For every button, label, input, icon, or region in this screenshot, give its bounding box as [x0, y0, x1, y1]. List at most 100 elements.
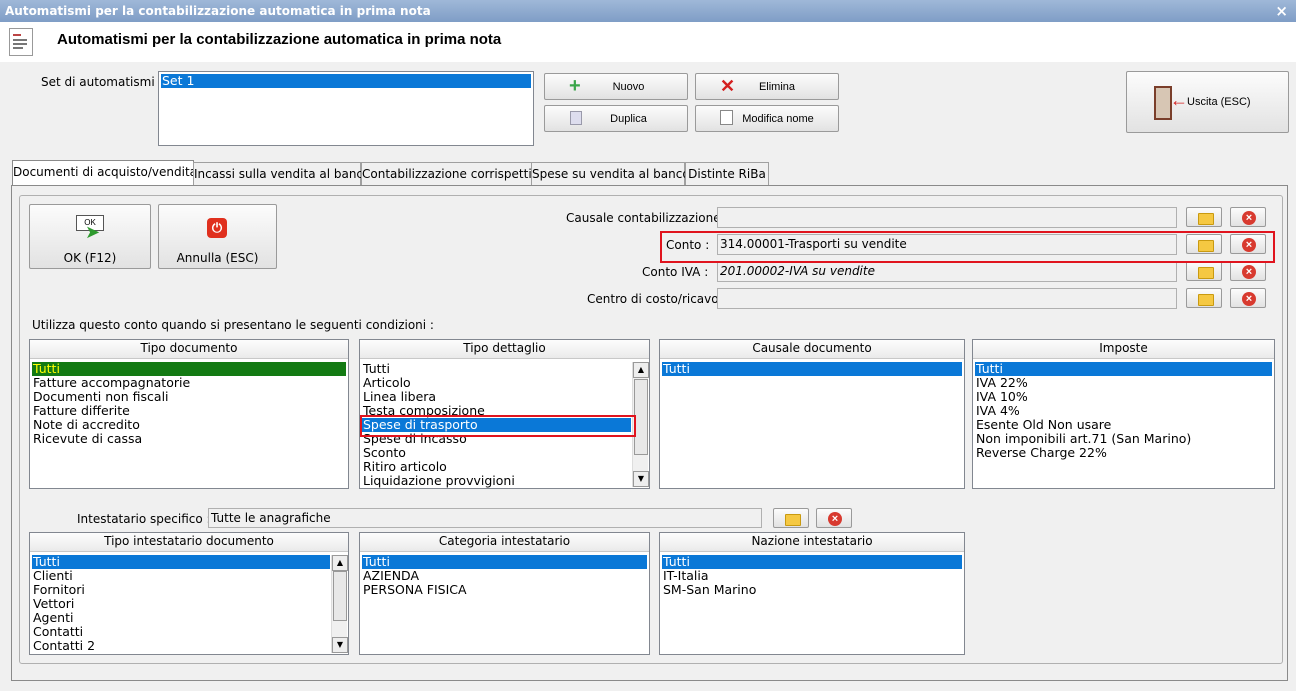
tab-riba[interactable]: Distinte RiBa: [685, 162, 769, 186]
list-item[interactable]: Tutti: [362, 362, 631, 376]
list-item[interactable]: Agenti: [32, 611, 330, 625]
list-item[interactable]: AZIENDA: [362, 569, 647, 583]
document-icon: [9, 28, 33, 56]
list-item[interactable]: Fatture accompagnatorie: [32, 376, 346, 390]
modifica-nome-button[interactable]: Modifica nome: [695, 105, 839, 132]
ok-button[interactable]: OK ➤ OK (F12): [29, 204, 151, 269]
list-item[interactable]: Ritiro articolo: [362, 460, 631, 474]
dettaglio-highlight: [360, 415, 636, 437]
list-item[interactable]: Ricevute di cassa: [32, 432, 346, 446]
list-item[interactable]: IVA 22%: [975, 376, 1272, 390]
duplica-label: Duplica: [610, 113, 647, 125]
nazione-intestatario-header: Nazione intestatario: [660, 533, 964, 552]
centro-browse-button[interactable]: [1186, 288, 1222, 308]
centro-label: Centro di costo/ricavo: [587, 292, 719, 306]
conto-iva-browse-button[interactable]: [1186, 261, 1222, 281]
list-item[interactable]: PERSONA FISICA: [362, 583, 647, 597]
list-item[interactable]: Linea libera: [362, 390, 631, 404]
tipo-documento-list[interactable]: Tipo documento Tutti Fatture accompagnat…: [29, 339, 349, 489]
causale-label: Causale contabilizzazione :: [566, 211, 729, 225]
list-item[interactable]: Tutti: [662, 555, 962, 569]
causale-documento-header: Causale documento: [660, 340, 964, 359]
list-item[interactable]: IVA 4%: [975, 404, 1272, 418]
scroll-down-icon[interactable]: ▼: [332, 637, 348, 653]
nuovo-label: Nuovo: [612, 81, 645, 93]
tipo-intestatario-list[interactable]: Tipo intestatario documento Tutti Client…: [29, 532, 349, 655]
causale-browse-button[interactable]: [1186, 207, 1222, 227]
list-item[interactable]: Fatture differite: [32, 404, 346, 418]
list-item[interactable]: Reverse Charge 22%: [975, 446, 1272, 460]
uscita-button[interactable]: ← Uscita (ESC): [1126, 71, 1289, 133]
intestatario-field[interactable]: Tutte le anagrafiche: [208, 508, 762, 528]
causale-documento-list[interactable]: Causale documento Tutti: [659, 339, 965, 489]
tab-incassi[interactable]: Incassi sulla vendita al banco: [193, 162, 370, 186]
elimina-button[interactable]: ✕ Elimina: [695, 73, 839, 100]
scroll-up-icon[interactable]: ▲: [332, 555, 348, 571]
list-item[interactable]: IVA 10%: [975, 390, 1272, 404]
page-title: Automatismi per la contabilizzazione aut…: [57, 31, 502, 48]
annulla-button[interactable]: ⏻ Annulla (ESC): [158, 204, 277, 269]
list-item[interactable]: Sconto: [362, 446, 631, 460]
centro-clear-button[interactable]: ×: [1230, 288, 1266, 308]
folder-icon: [1198, 267, 1214, 279]
list-item[interactable]: Vettori: [32, 597, 330, 611]
list-item[interactable]: Note di accredito: [32, 418, 346, 432]
conto-iva-clear-button[interactable]: ×: [1230, 261, 1266, 281]
list-item[interactable]: IT-Italia: [662, 569, 962, 583]
scroll-thumb[interactable]: [333, 571, 347, 621]
conto-iva-label: Conto IVA :: [642, 265, 709, 279]
list-item[interactable]: Tutti: [32, 555, 330, 569]
clear-icon: ×: [1242, 211, 1256, 225]
scrollbar[interactable]: ▲ ▼: [331, 555, 348, 653]
intestatario-browse-button[interactable]: [773, 508, 809, 528]
centro-field[interactable]: [717, 288, 1177, 309]
tab-spese[interactable]: Spese su vendita al banco: [531, 162, 690, 186]
duplica-button[interactable]: Duplica: [544, 105, 688, 132]
intestatario-clear-button[interactable]: ×: [816, 508, 852, 528]
categoria-intestatario-header: Categoria intestatario: [360, 533, 649, 552]
list-item[interactable]: Tutti: [362, 555, 647, 569]
tipo-documento-header: Tipo documento: [30, 340, 348, 359]
list-item[interactable]: Contatti 2: [32, 639, 330, 653]
list-item[interactable]: Tutti: [662, 362, 962, 376]
causale-field[interactable]: [717, 207, 1177, 228]
list-item[interactable]: Contatti: [32, 625, 330, 639]
tipo-dettaglio-list[interactable]: Tipo dettaglio Tutti Articolo Linea libe…: [359, 339, 650, 489]
exit-arrow-icon: ←: [1170, 90, 1188, 110]
list-item[interactable]: Non imponibili art.71 (San Marino): [975, 432, 1272, 446]
header: Automatismi per la contabilizzazione aut…: [0, 22, 1296, 62]
list-item[interactable]: Tutti: [975, 362, 1272, 376]
close-icon[interactable]: ×: [1275, 2, 1288, 20]
causale-clear-button[interactable]: ×: [1230, 207, 1266, 227]
tab-corrispettivi[interactable]: Contabilizzazione corrispettivi: [361, 162, 542, 186]
conto-iva-field[interactable]: 201.00002-IVA su vendite: [717, 261, 1177, 282]
set-list[interactable]: Set 1: [158, 71, 534, 146]
list-item[interactable]: Esente Old Non usare: [975, 418, 1272, 432]
conditions-label: Utilizza questo conto quando si presenta…: [32, 318, 434, 332]
window-title: Automatismi per la contabilizzazione aut…: [5, 4, 431, 18]
list-item[interactable]: Articolo: [362, 376, 631, 390]
list-item[interactable]: Tutti: [32, 362, 346, 376]
clear-icon: ×: [1242, 292, 1256, 306]
scroll-thumb[interactable]: [634, 379, 648, 455]
list-item[interactable]: Set 1: [161, 74, 531, 88]
list-item[interactable]: Liquidazione provvigioni: [362, 474, 631, 488]
window-titlebar: Automatismi per la contabilizzazione aut…: [0, 0, 1296, 22]
list-item[interactable]: Fornitori: [32, 583, 330, 597]
elimina-label: Elimina: [758, 81, 796, 93]
annulla-label: Annulla (ESC): [176, 251, 259, 265]
folder-icon: [785, 514, 801, 526]
categoria-intestatario-list[interactable]: Categoria intestatario Tutti AZIENDA PER…: [359, 532, 650, 655]
scroll-down-icon[interactable]: ▼: [633, 471, 649, 487]
clear-icon: ×: [1242, 265, 1256, 279]
intestatario-label: Intestatario specifico :: [77, 512, 211, 526]
nazione-intestatario-list[interactable]: Nazione intestatario Tutti IT-Italia SM-…: [659, 532, 965, 655]
nuovo-button[interactable]: + Nuovo: [544, 73, 688, 100]
imposte-list[interactable]: Imposte Tutti IVA 22% IVA 10% IVA 4% Ese…: [972, 339, 1275, 489]
list-item[interactable]: Documenti non fiscali: [32, 390, 346, 404]
tab-documenti[interactable]: Documenti di acquisto/vendita: [12, 160, 197, 187]
scroll-up-icon[interactable]: ▲: [633, 362, 649, 378]
list-item[interactable]: SM-San Marino: [662, 583, 962, 597]
ok-label: OK (F12): [63, 251, 117, 265]
list-item[interactable]: Clienti: [32, 569, 330, 583]
